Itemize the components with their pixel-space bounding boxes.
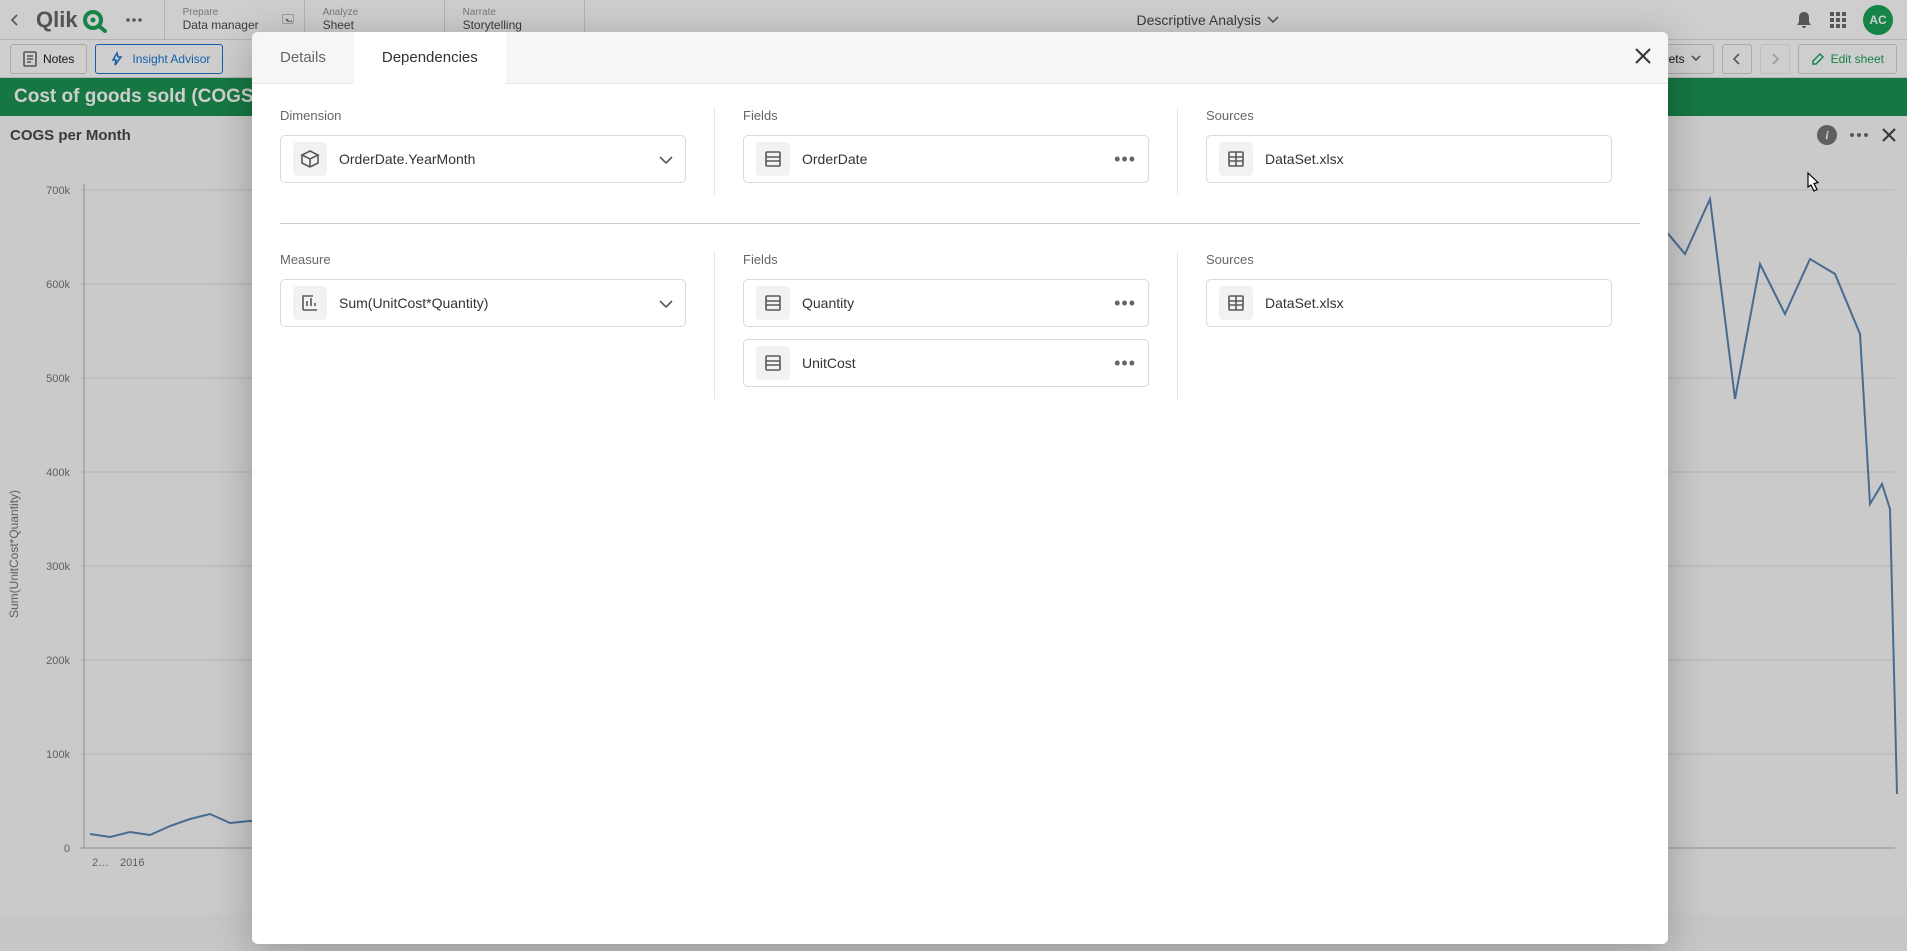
fields-column: Fields OrderDate ••• — [714, 108, 1177, 195]
cube-icon — [293, 142, 327, 176]
dimension-column: Dimension OrderDate.YearMonth — [280, 108, 714, 195]
chevron-down-icon[interactable] — [659, 293, 673, 314]
field-pill[interactable]: OrderDate ••• — [743, 135, 1149, 183]
close-icon — [1634, 47, 1652, 65]
table-icon — [1219, 286, 1253, 320]
dependency-row-dimension: Dimension OrderDate.YearMonth Fields Ord… — [280, 108, 1640, 224]
field-name: Quantity — [802, 295, 1102, 311]
measure-pill[interactable]: Sum(UnitCost*Quantity) — [280, 279, 686, 327]
field-name: OrderDate — [802, 151, 1102, 167]
measure-name: Sum(UnitCost*Quantity) — [339, 295, 647, 311]
field-pill[interactable]: Quantity ••• — [743, 279, 1149, 327]
measure-label: Measure — [280, 252, 686, 267]
sources-label: Sources — [1206, 252, 1612, 267]
source-name: DataSet.xlsx — [1265, 295, 1599, 311]
field-icon — [756, 286, 790, 320]
chevron-down-icon[interactable] — [659, 149, 673, 170]
source-pill[interactable]: DataSet.xlsx — [1206, 135, 1612, 183]
sources-column: Sources DataSet.xlsx — [1177, 108, 1640, 195]
fields-label: Fields — [743, 252, 1149, 267]
source-name: DataSet.xlsx — [1265, 151, 1599, 167]
fx-icon — [293, 286, 327, 320]
dimension-label: Dimension — [280, 108, 686, 123]
tab-dependencies[interactable]: Dependencies — [354, 32, 506, 84]
field-icon — [756, 346, 790, 380]
fields-label: Fields — [743, 108, 1149, 123]
field-more-button[interactable]: ••• — [1114, 149, 1136, 170]
table-icon — [1219, 142, 1253, 176]
fields-column: Fields Quantity ••• UnitCost ••• — [714, 252, 1177, 399]
modal-tabs: Details Dependencies — [252, 32, 1668, 84]
dimension-pill[interactable]: OrderDate.YearMonth — [280, 135, 686, 183]
field-more-button[interactable]: ••• — [1114, 353, 1136, 374]
dimension-name: OrderDate.YearMonth — [339, 151, 647, 167]
dependency-row-measure: Measure Sum(UnitCost*Quantity) Fields Qu… — [280, 252, 1640, 427]
sources-label: Sources — [1206, 108, 1612, 123]
sources-column: Sources DataSet.xlsx — [1177, 252, 1640, 399]
modal-body: Dimension OrderDate.YearMonth Fields Ord… — [252, 84, 1668, 944]
measure-column: Measure Sum(UnitCost*Quantity) — [280, 252, 714, 399]
source-pill[interactable]: DataSet.xlsx — [1206, 279, 1612, 327]
field-icon — [756, 142, 790, 176]
dependencies-modal: Details Dependencies Dimension OrderDate… — [252, 32, 1668, 944]
field-name: UnitCost — [802, 355, 1102, 371]
field-pill[interactable]: UnitCost ••• — [743, 339, 1149, 387]
modal-close-button[interactable] — [1634, 45, 1652, 71]
tab-details[interactable]: Details — [252, 32, 354, 83]
field-more-button[interactable]: ••• — [1114, 293, 1136, 314]
